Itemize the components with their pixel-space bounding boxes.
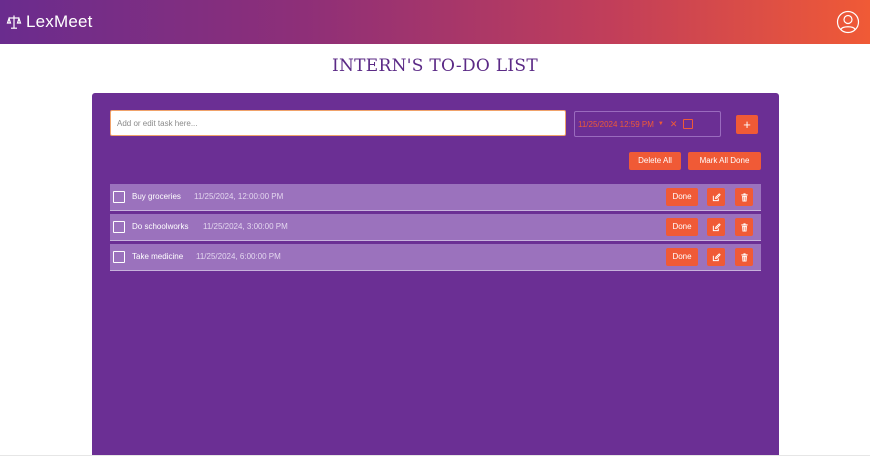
trash-icon (740, 192, 748, 202)
edit-button[interactable] (707, 188, 725, 206)
datetime-value: 11/25/2024 12:59 PM (578, 119, 654, 129)
trash-icon (740, 252, 748, 262)
task-input[interactable] (110, 110, 566, 136)
datetime-picker[interactable]: 11/25/2024 12:59 PM ▼ ✕ (574, 111, 721, 137)
scales-icon (6, 15, 22, 29)
task-row: Buy groceries 11/25/2024, 12:00:00 PM Do… (110, 184, 761, 211)
task-name: Do schoolworks (132, 222, 189, 231)
task-row: Take medicine 11/25/2024, 6:00:00 PM Don… (110, 244, 761, 271)
brand-logo-link[interactable]: LexMeet (6, 12, 93, 32)
todo-panel: 11/25/2024 12:59 PM ▼ ✕ + Delete All Mar… (92, 93, 779, 456)
edit-icon (712, 192, 721, 201)
task-checkbox[interactable] (113, 191, 125, 203)
task-datetime: 11/25/2024, 6:00:00 PM (196, 252, 281, 261)
edit-button[interactable] (707, 248, 725, 266)
delete-button[interactable] (735, 218, 753, 236)
task-row: Do schoolworks 11/25/2024, 3:00:00 PM Do… (110, 214, 761, 241)
top-navbar: LexMeet (0, 0, 870, 44)
task-datetime: 11/25/2024, 3:00:00 PM (203, 222, 288, 231)
delete-button[interactable] (735, 188, 753, 206)
brand-name: LexMeet (26, 12, 93, 31)
edit-icon (712, 222, 721, 231)
calendar-icon[interactable] (683, 119, 694, 129)
task-checkbox[interactable] (113, 221, 125, 233)
task-name: Buy groceries (132, 192, 181, 201)
chevron-down-icon[interactable]: ▼ (658, 121, 664, 127)
page-title: INTERN'S TO-DO LIST (331, 56, 539, 76)
edit-button[interactable] (707, 218, 725, 236)
delete-all-button[interactable]: Delete All (629, 152, 681, 170)
delete-button[interactable] (735, 248, 753, 266)
user-profile-icon[interactable] (836, 10, 860, 34)
done-button[interactable]: Done (666, 188, 698, 206)
task-checkbox[interactable] (113, 251, 125, 263)
done-button[interactable]: Done (666, 218, 698, 236)
add-task-button[interactable]: + (736, 115, 758, 134)
task-datetime: 11/25/2024, 12:00:00 PM (194, 192, 284, 201)
edit-icon (712, 252, 721, 261)
close-icon[interactable]: ✕ (670, 119, 678, 130)
trash-icon (740, 222, 748, 232)
mark-all-done-button[interactable]: Mark All Done (688, 152, 761, 170)
task-name: Take medicine (132, 252, 184, 261)
done-button[interactable]: Done (666, 248, 698, 266)
